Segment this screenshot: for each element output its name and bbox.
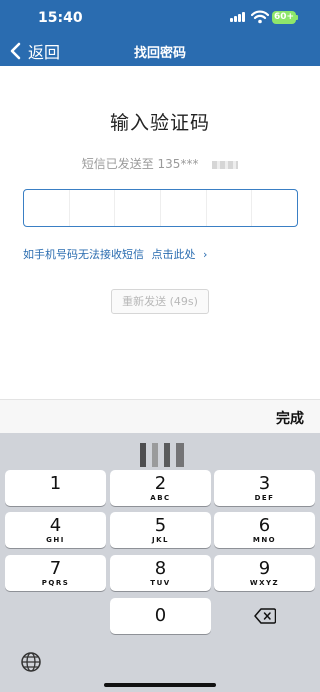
key-3[interactable]: 3 DEF	[214, 470, 315, 506]
status-time: 15:40	[38, 10, 83, 26]
sms-sent-text: 短信已发送至 135***	[81, 157, 199, 171]
number-pad: 1 2 ABC 3 DEF 4 GHI 5 JKL 6 MNO 7 PQRS 8…	[0, 433, 320, 692]
keyboard-suggestion	[140, 443, 184, 467]
key-letters: JKL	[152, 536, 169, 544]
code-cell[interactable]	[24, 190, 70, 226]
globe-icon[interactable]	[20, 651, 42, 673]
nav-header: 15:40 60+ 返回 找回密码	[0, 0, 320, 66]
delete-key[interactable]	[214, 598, 315, 634]
code-cell[interactable]	[115, 190, 162, 226]
resend-button[interactable]: 重新发送 (49s)	[111, 289, 209, 314]
backspace-icon	[253, 608, 276, 624]
key-0[interactable]: 0	[110, 598, 211, 634]
key-digit: 2	[154, 473, 167, 494]
done-button[interactable]: 完成	[276, 408, 304, 428]
key-digit: 0	[154, 605, 167, 626]
redacted-number	[212, 160, 239, 169]
key-8[interactable]: 8 TUV	[110, 555, 211, 591]
key-digit: 3	[258, 473, 271, 494]
key-digit: 1	[49, 473, 62, 494]
key-letters: WXYZ	[249, 579, 280, 587]
key-digit: 8	[154, 558, 167, 579]
key-letters: TUV	[150, 579, 171, 587]
sms-help-row: 如手机号码无法接收短信 点击此处 ›	[23, 246, 207, 262]
key-9[interactable]: 9 WXYZ	[214, 555, 315, 591]
key-digit: 7	[49, 558, 62, 579]
key-2[interactable]: 2 ABC	[110, 470, 211, 506]
key-digit: 6	[258, 515, 271, 536]
key-4[interactable]: 4 GHI	[5, 512, 106, 548]
cellular-signal-icon	[230, 12, 246, 22]
key-digit: 4	[49, 515, 62, 536]
sms-sent-notice: 短信已发送至 135***	[0, 155, 320, 172]
sms-help-text: 如手机号码无法接收短信	[23, 248, 144, 261]
code-cell[interactable]	[252, 190, 297, 226]
status-bar: 15:40 60+	[0, 0, 320, 34]
key-letters: DEF	[254, 494, 275, 502]
verify-panel: 输入验证码 短信已发送至 135*** 如手机号码无法接收短信 点击此处 › 重…	[0, 66, 320, 399]
home-indicator	[104, 683, 216, 687]
code-cell[interactable]	[207, 190, 253, 226]
chevron-right-icon[interactable]: ›	[203, 248, 207, 261]
sms-help-link[interactable]: 点击此处	[152, 248, 196, 261]
key-digit: 9	[258, 558, 271, 579]
verification-code-input[interactable]	[23, 189, 298, 227]
key-letters: PQRS	[41, 579, 70, 587]
key-letters: GHI	[46, 536, 65, 544]
key-5[interactable]: 5 JKL	[110, 512, 211, 548]
key-6[interactable]: 6 MNO	[214, 512, 315, 548]
wifi-icon	[251, 10, 269, 24]
key-letters: ABC	[150, 494, 171, 502]
code-cell[interactable]	[70, 190, 116, 226]
battery-icon: 60+	[272, 11, 296, 24]
key-1[interactable]: 1	[5, 470, 106, 506]
key-7[interactable]: 7 PQRS	[5, 555, 106, 591]
key-digit: 5	[154, 515, 167, 536]
page-title: 找回密码	[133, 46, 186, 61]
battery-cap	[296, 15, 298, 20]
code-cell[interactable]	[161, 190, 207, 226]
key-letters: MNO	[252, 536, 277, 544]
keyboard-accessory-bar: 完成	[0, 399, 320, 433]
verify-heading: 输入验证码	[109, 112, 210, 134]
